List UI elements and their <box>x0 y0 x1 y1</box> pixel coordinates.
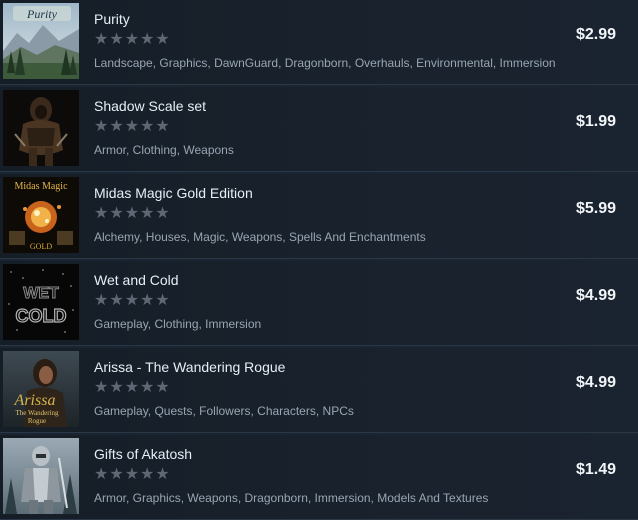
rating-stars: ★★★★★ <box>94 205 171 222</box>
item-price: $5.99 <box>575 200 616 217</box>
item-tags: Gameplay, Quests, Followers, Characters,… <box>94 404 354 418</box>
rating-stars: ★★★★★ <box>94 31 171 48</box>
item-title[interactable]: Wet and Cold <box>94 272 179 288</box>
list-item-purity[interactable]: Purity Purity ★★★★★ Landscape, Graphics,… <box>0 0 638 85</box>
rating-stars: ★★★★★ <box>94 118 171 135</box>
purity-logo-text: Purity <box>26 7 58 21</box>
mod-list: Purity Purity ★★★★★ Landscape, Graphics,… <box>0 0 638 520</box>
list-item-midas-magic[interactable]: Midas Magic GOLD Midas Magic Gold Editio… <box>0 174 638 259</box>
wet-and-cold-thumbnail[interactable]: WET COLD <box>3 264 79 340</box>
arissa-sub2-text: Rogue <box>28 417 46 425</box>
list-item-arissa[interactable]: Arissa The Wandering Rogue Arissa - The … <box>0 348 638 433</box>
item-price: $4.99 <box>575 374 616 391</box>
shadow-scale-thumbnail[interactable] <box>3 90 79 166</box>
rating-stars: ★★★★★ <box>94 379 171 396</box>
item-tags: Alchemy, Houses, Magic, Weapons, Spells … <box>94 230 426 244</box>
item-price: $4.99 <box>575 287 616 304</box>
midas-gold-text: GOLD <box>30 242 52 251</box>
midas-logo-text: Midas Magic <box>14 181 68 192</box>
list-item-gifts-of-akatosh[interactable]: Gifts of Akatosh ★★★★★ Armor, Graphics, … <box>0 435 638 520</box>
arissa-sub-text: The Wandering <box>15 409 59 417</box>
wet-logo-text: WET <box>23 285 59 302</box>
item-title[interactable]: Purity <box>94 11 130 27</box>
item-title[interactable]: Shadow Scale set <box>94 98 206 114</box>
rating-stars: ★★★★★ <box>94 292 171 309</box>
item-tags: Armor, Clothing, Weapons <box>94 143 234 157</box>
item-tags: Landscape, Graphics, DawnGuard, Dragonbo… <box>94 56 556 70</box>
item-price: $2.99 <box>575 26 616 43</box>
item-title[interactable]: Gifts of Akatosh <box>94 446 192 462</box>
purity-thumbnail[interactable]: Purity <box>3 3 79 79</box>
list-item-wet-and-cold[interactable]: WET COLD Wet and Cold ★★★★★ Gameplay, Cl… <box>0 261 638 346</box>
arissa-logo-text: Arissa <box>14 392 56 409</box>
item-price: $1.99 <box>575 113 616 130</box>
cold-logo-text: COLD <box>16 306 67 326</box>
arissa-thumbnail[interactable]: Arissa The Wandering Rogue <box>3 351 79 427</box>
item-title[interactable]: Arissa - The Wandering Rogue <box>94 359 285 375</box>
item-tags: Armor, Graphics, Weapons, Dragonborn, Im… <box>94 491 489 505</box>
list-item-shadow-scale-set[interactable]: Shadow Scale set ★★★★★ Armor, Clothing, … <box>0 87 638 172</box>
gifts-of-akatosh-thumbnail[interactable] <box>3 438 79 514</box>
item-tags: Gameplay, Clothing, Immersion <box>94 317 262 331</box>
rating-stars: ★★★★★ <box>94 466 171 483</box>
item-price: $1.49 <box>575 461 616 478</box>
item-title[interactable]: Midas Magic Gold Edition <box>94 185 253 201</box>
midas-magic-thumbnail[interactable]: Midas Magic GOLD <box>3 177 79 253</box>
